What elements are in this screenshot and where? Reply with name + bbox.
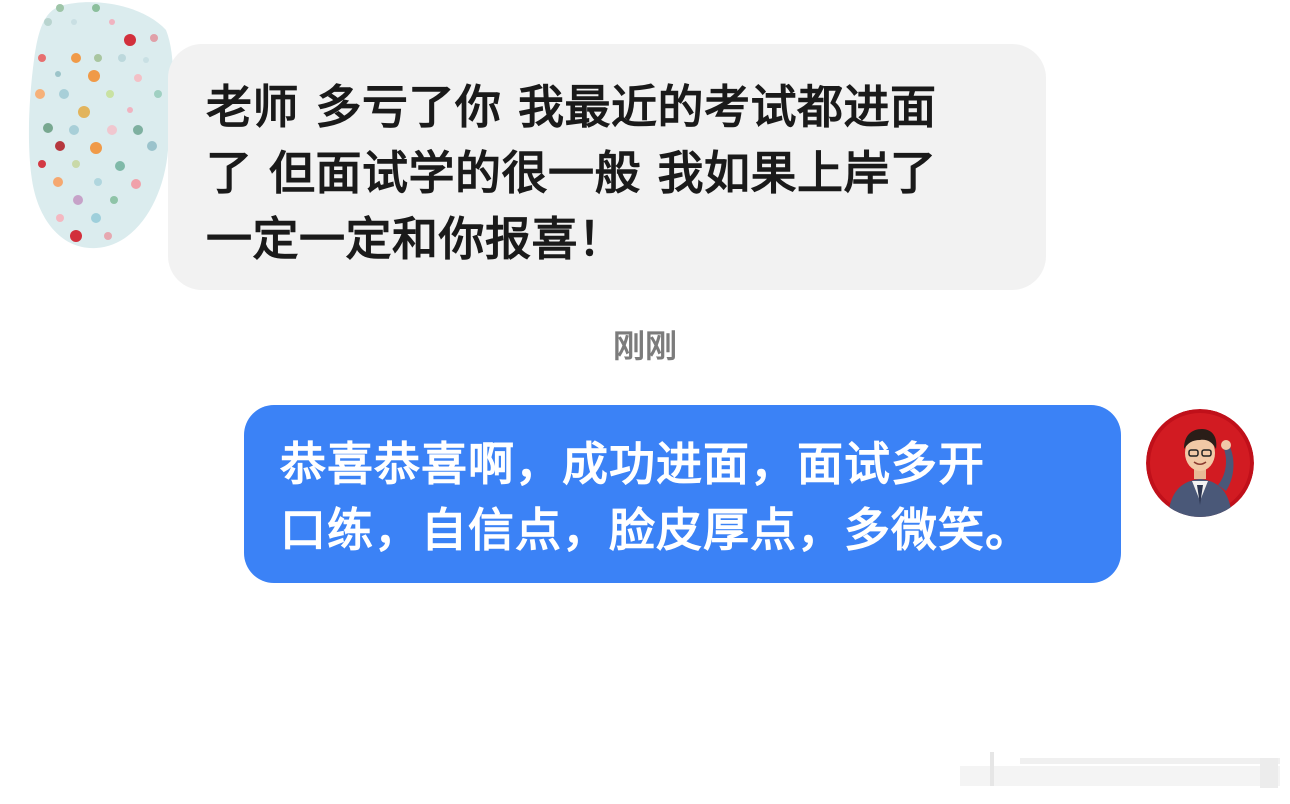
outgoing-avatar[interactable] xyxy=(1146,409,1254,517)
polka-dot-avatar-icon xyxy=(28,2,174,249)
outgoing-message-bubble[interactable]: 恭喜恭喜啊，成功进面，面试多开 口练，自信点，脸皮厚点，多微笑。 xyxy=(244,405,1121,583)
message-timestamp: 刚刚 xyxy=(612,327,677,365)
person-photo-avatar-icon xyxy=(1146,409,1254,517)
incoming-message-text: 老师 多亏了你 我最近的考试都进面 了 但面试学的很一般 我如果上岸了 一定一定… xyxy=(206,80,937,266)
incoming-message-bubble[interactable]: 老师 多亏了你 我最近的考试都进面 了 但面试学的很一般 我如果上岸了 一定一定… xyxy=(168,44,1046,290)
incoming-avatar[interactable] xyxy=(26,0,174,250)
chat-thread: 老师 多亏了你 我最近的考试都进面 了 但面试学的很一般 我如果上岸了 一定一定… xyxy=(0,0,1290,804)
watermark xyxy=(960,748,1280,796)
watermark-icon xyxy=(960,752,1280,788)
outgoing-message-text: 恭喜恭喜啊，成功进面，面试多开 口练，自信点，脸皮厚点，多微笑。 xyxy=(280,437,1032,557)
